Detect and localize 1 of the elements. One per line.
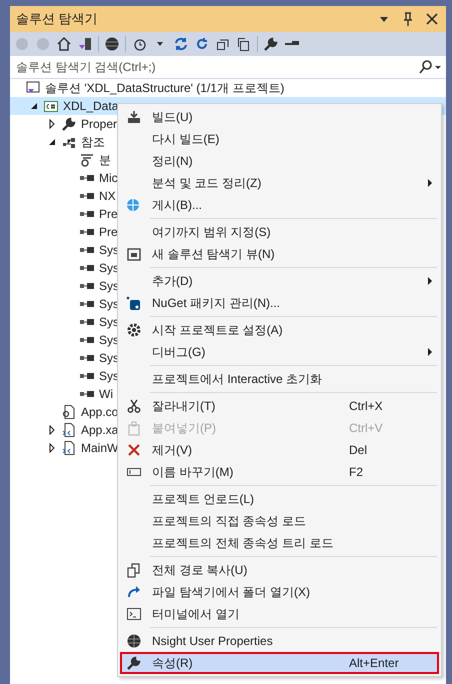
window-title: 솔루션 탐색기	[16, 10, 99, 28]
